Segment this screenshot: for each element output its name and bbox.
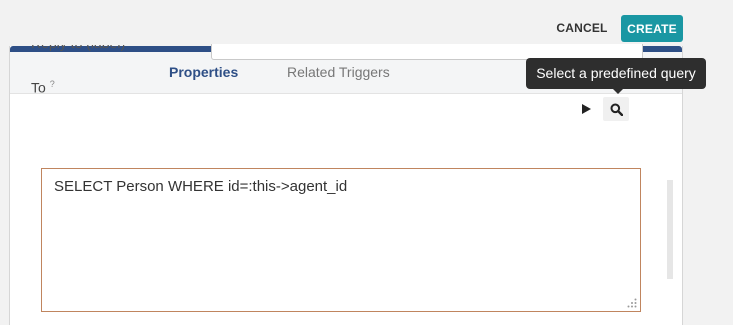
create-button[interactable]: CREATE: [621, 15, 683, 42]
cancel-button[interactable]: CANCEL: [552, 14, 612, 42]
to-label: To?: [31, 79, 55, 96]
dialog-header: CANCEL CREATE: [0, 0, 733, 46]
tooltip-arrow: [612, 88, 624, 94]
scrollbar[interactable]: [667, 180, 673, 279]
resize-grip-icon[interactable]: [627, 298, 637, 308]
to-label-text: To: [31, 79, 46, 96]
tab-related-triggers[interactable]: Related Triggers: [287, 64, 390, 80]
tooltip: Select a predefined query: [526, 58, 706, 89]
play-icon[interactable]: [574, 97, 598, 121]
query-textarea[interactable]: SELECT Person WHERE id=:this->agent_id: [41, 168, 641, 312]
help-icon[interactable]: ?: [50, 79, 55, 89]
search-icon[interactable]: [603, 97, 629, 121]
tab-properties[interactable]: Properties: [169, 64, 238, 80]
query-text: SELECT Person WHERE id=:this->agent_id: [54, 178, 348, 195]
